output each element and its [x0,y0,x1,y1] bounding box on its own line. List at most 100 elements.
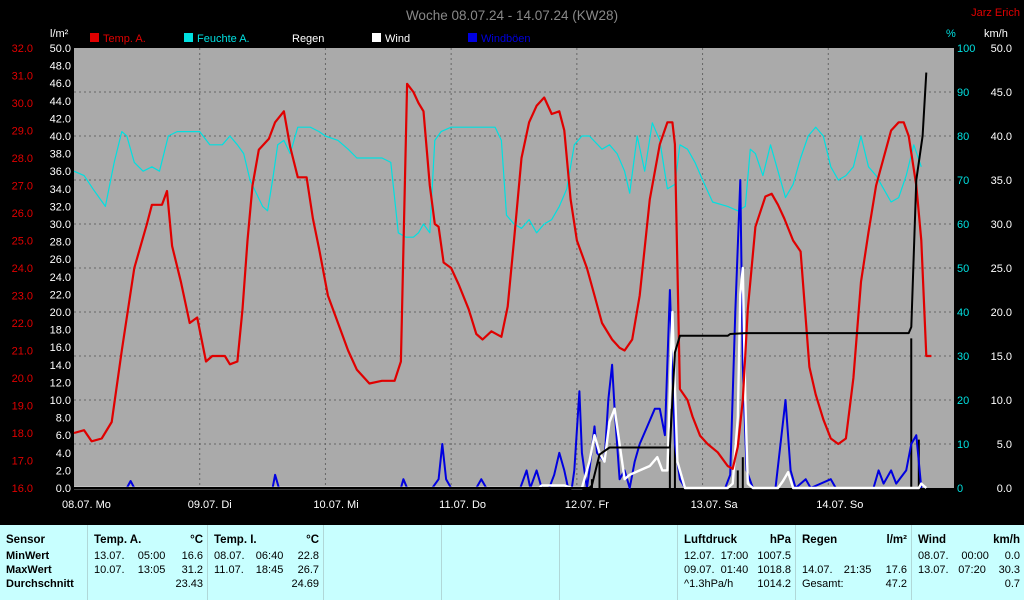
rain-tick-label: 8.0 [56,413,71,425]
sensor-column: Sensor MinWert MaxWert Durchschnitt [0,525,88,600]
rain-tick-label: 28.0 [50,237,71,249]
temp-a-column: Temp. A. °C 13.07. 05:00 16.6 10.07. 13:05 31… [88,525,208,600]
pressure-max-time: 01:40 [720,564,749,576]
humidity-tick-label: 70 [957,175,969,187]
wind-tick-label: 50.0 [991,43,1012,55]
temp-i-min-time: 06:40 [255,550,284,562]
rain-tick-label: 14.0 [50,360,71,372]
legend-swatch-temp [90,33,99,42]
rain-tick-label: 36.0 [50,166,71,178]
wind-max-date: 13.07. [918,564,949,576]
durchschnitt-label: Durchschnitt [6,578,74,590]
chart-title: Woche 08.07.24 - 14.07.24 (KW28) [406,8,618,23]
temp-tick-label: 30.0 [12,98,33,110]
rain-column: Regen l/m² 14.07. 21:35 17.6 Gesamt: 47.2 [796,525,912,600]
temp-tick-label: 28.0 [12,153,33,165]
empty-column-2 [442,525,560,600]
wind-tick-label: 20.0 [991,307,1012,319]
humidity-tick-label: 90 [957,87,969,99]
rain-tick-label: 48.0 [50,61,71,73]
humidity-tick-label: 20 [957,395,969,407]
pressure-max-val: 1018.8 [757,564,791,576]
temp-tick-label: 26.0 [12,208,33,220]
rain-tick-label: 10.0 [50,395,71,407]
rain-tick-label: 4.0 [56,448,71,460]
temp-a-max-time: 13:05 [137,564,166,576]
humidity-tick-label: 40 [957,307,969,319]
wind-max-time: 07:20 [958,564,986,576]
rain-tick-label: 0.0 [56,483,71,495]
wind-tick-label: 40.0 [991,131,1012,143]
humidity-tick-label: 30 [957,351,969,363]
temp-tick-label: 25.0 [12,236,33,248]
legend-label-wind: Wind [385,33,410,45]
x-tick-label: 10.07. Mi [313,499,358,511]
pressure-header: Luftdruck [684,534,738,546]
temp-a-max-val: 31.2 [181,564,204,576]
maxwert-label: MaxWert [6,564,52,576]
temp-a-avg-val: 23.43 [175,578,203,590]
rain-total-label: Gesamt: [802,578,844,590]
temp-tick-label: 24.0 [12,263,33,275]
humidity-tick-label: 60 [957,219,969,231]
rain-tick-label: 38.0 [50,149,71,161]
wind-avg-val: 0.7 [1004,578,1020,590]
rain-tick-label: 40.0 [50,131,71,143]
wind-unit: km/h [993,534,1020,546]
temp-a-min-val: 16.6 [181,550,204,562]
wind-tick-label: 30.0 [991,219,1012,231]
legend-label-temp: Temp. A. [103,33,146,45]
rain-tick-label: 22.0 [50,289,71,301]
rain-tick-label: 26.0 [50,254,71,266]
pressure-max-date: 09.07. [684,564,715,576]
wind-tick-label: 15.0 [991,351,1012,363]
temp-a-unit: °C [190,534,203,546]
pressure-column: Luftdruck hPa 12.07. 17:00 1007.5 09.07. 01:… [678,525,796,600]
minwert-label: MinWert [6,550,50,562]
temp-a-min-time: 05:00 [137,550,166,562]
temp-i-max-time: 18:45 [255,564,284,576]
temp-tick-label: 21.0 [12,346,33,358]
rain-tick-label: 44.0 [50,96,71,108]
legend-swatch-rain [279,33,288,42]
x-tick-label: 13.07. Sa [691,499,739,511]
wind-header: Wind [918,534,946,546]
legend-swatch-wind [372,33,381,42]
wind-min-time: 00:00 [961,550,989,562]
temp-tick-label: 29.0 [12,126,33,138]
x-tick-label: 11.07. Do [439,499,486,511]
rain-tick-label: 34.0 [50,184,71,196]
wind-tick-label: 25.0 [991,263,1012,275]
humidity-tick-label: 50 [957,263,969,275]
humidity-tick-label: 0 [957,483,963,495]
empty-column-3 [560,525,678,600]
weather-chart: Woche 08.07.24 - 14.07.24 (KW28) Jarz Er… [0,0,1024,525]
legend-swatch-humidity [184,33,193,42]
humidity-tick-label: 80 [957,131,969,143]
wind-tick-label: 5.0 [997,439,1012,451]
humidity-unit-label: % [946,28,956,40]
rain-tick-label: 6.0 [56,430,71,442]
empty-column-1 [324,525,442,600]
legend-label-gusts: Windböen [481,33,531,45]
legend-swatch-gusts [468,33,477,42]
wind-min-date: 08.07. [918,550,949,562]
rain-tick-label: 2.0 [56,465,71,477]
temp-tick-label: 17.0 [12,456,33,468]
temp-i-unit: °C [306,534,319,546]
rain-tick-label: 42.0 [50,113,71,125]
wind-tick-label: 10.0 [991,395,1012,407]
temp-i-max-date: 11.07. [214,564,244,576]
temp-tick-label: 27.0 [12,181,33,193]
sensor-header: Sensor [6,534,45,546]
rain-unit: l/m² [886,534,907,546]
rain-tick-label: 24.0 [50,272,71,284]
rain-header: Regen [802,534,838,546]
temp-i-column: Temp. I. °C 08.07. 06:40 22.8 11.07. 18:45 26… [208,525,324,600]
x-tick-label: 08.07. Mo [62,499,111,511]
temp-tick-label: 32.0 [12,43,33,55]
rain-tick-label: 18.0 [50,325,71,337]
temp-i-min-date: 08.07. [214,550,245,562]
rain-tick-label: 46.0 [50,78,71,90]
legend-label-rain: Regen [292,33,324,45]
